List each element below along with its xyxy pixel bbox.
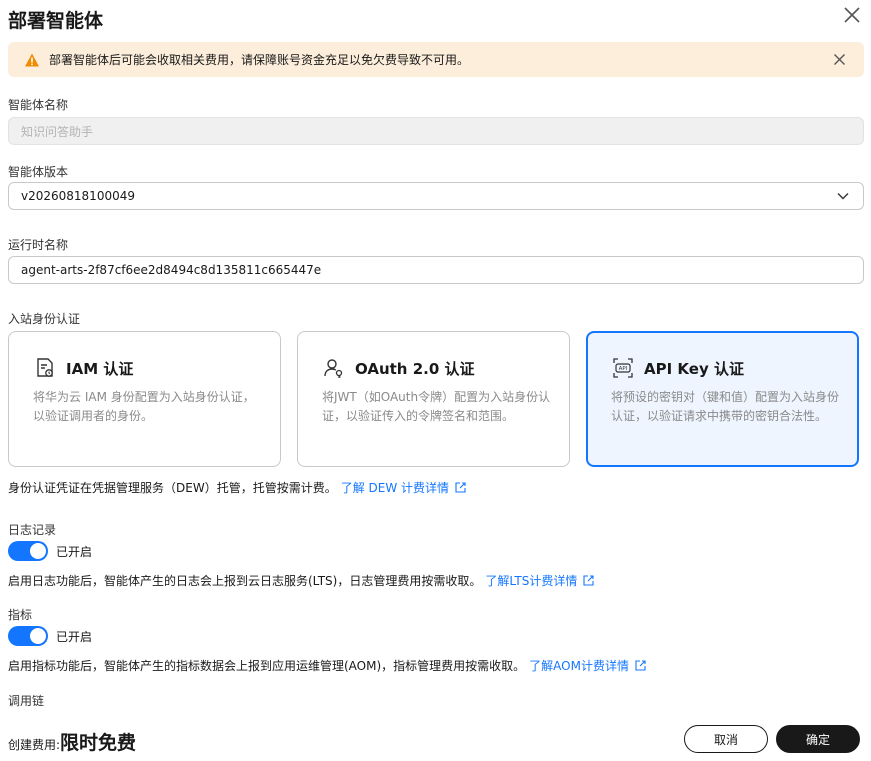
logging-toggle[interactable] [8,541,48,561]
api-key-auth-card[interactable]: API API Key 认证 将预设的密钥对（键和值）配置为入站身份认证，以验证… [586,331,859,467]
oauth-card-title: OAuth 2.0 认证 [355,359,475,378]
dew-pricing-link[interactable]: 了解 DEW 计费详情 [341,479,449,496]
alert-text: 部署智能体后可能会收取相关费用，请保障账号资金充足以免欠费导致不可用。 [49,53,470,67]
api-key-card-desc: 将预设的密钥对（键和值）配置为入站身份认证，以验证请求中携带的密钥合法性。 [611,390,840,423]
logging-note: 启用日志功能后，智能体产生的日志会上报到云日志服务(LTS)，日志管理费用按需收… [8,572,594,589]
metrics-toggle[interactable] [8,626,48,646]
version-select[interactable]: v20260818100049 [8,182,864,210]
iam-card-title: IAM 认证 [66,359,134,378]
agent-name-label: 智能体名称 [8,98,69,112]
warning-icon [25,53,39,66]
warning-alert: 部署智能体后可能会收取相关费用，请保障账号资金充足以免欠费导致不可用。 [8,42,864,77]
logging-note-text: 启用日志功能后，智能体产生的日志会上报到云日志服务(LTS)，日志管理费用按需收… [8,574,482,588]
metrics-toggle-row: 已开启 [8,626,92,646]
dialog-title: 部署智能体 [8,10,104,32]
api-icon: API [613,358,633,378]
metrics-toggle-text: 已开启 [56,629,93,644]
iam-doc-icon [37,358,53,377]
api-key-card-title: API Key 认证 [644,359,744,378]
iam-auth-card[interactable]: IAM 认证 将华为云 IAM 身份配置为入站身份认证，以验证调用者的身份。 [8,331,281,467]
svg-text:API: API [619,366,628,372]
creation-fee: 创建费用: 限时免费 [8,728,136,755]
auth-label: 入站身份认证 [8,312,81,326]
dew-note-text: 身份认证凭证在凭据管理服务（DEW）托管，托管按需计费。 [8,481,337,495]
iam-card-desc: 将华为云 IAM 身份配置为入站身份认证，以验证调用者的身份。 [33,390,255,423]
oauth-auth-card[interactable]: OAuth 2.0 认证 将JWT（如OAuth令牌）配置为入站身份认证，以验证… [297,331,570,467]
version-label: 智能体版本 [8,165,69,179]
user-key-icon [324,359,343,378]
runtime-label: 运行时名称 [8,238,69,252]
alert-close-icon[interactable] [833,53,846,66]
aom-pricing-link[interactable]: 了解AOM计费详情 [529,657,629,674]
dew-note: 身份认证凭证在凭据管理服务（DEW）托管，托管按需计费。 了解 DEW 计费详情 [8,479,466,496]
runtime-value: agent-arts-2f87cf6ee2d8494c8d135811c6654… [21,263,322,277]
price-value: 限时免费 [60,732,137,754]
external-link-icon[interactable] [583,575,594,586]
cancel-button[interactable]: 取消 [684,725,768,753]
logging-toggle-row: 已开启 [8,541,92,561]
oauth-card-desc: 将JWT（如OAuth令牌）配置为入站身份认证，以验证传入的令牌签名和范围。 [322,390,551,423]
toggle-knob [30,543,46,559]
agent-name-input: 知识问答助手 [8,117,864,145]
logging-toggle-text: 已开启 [56,544,93,559]
external-link-icon[interactable] [635,660,646,671]
logging-label: 日志记录 [8,523,57,537]
runtime-input[interactable]: agent-arts-2f87cf6ee2d8494c8d135811c6654… [8,256,864,284]
external-link-icon[interactable] [455,482,466,493]
version-value: v20260818100049 [21,189,135,203]
agent-name-value: 知识问答助手 [21,124,94,139]
metrics-label: 指标 [8,608,33,622]
price-label: 创建费用: [8,738,61,752]
metrics-note-text: 启用指标功能后，智能体产生的指标数据会上报到应用运维管理(AOM)，指标管理费用… [8,659,526,673]
confirm-button[interactable]: 确定 [776,725,860,753]
tracing-label: 调用链 [8,694,45,708]
metrics-note: 启用指标功能后，智能体产生的指标数据会上报到应用运维管理(AOM)，指标管理费用… [8,657,646,674]
close-icon[interactable] [842,5,862,25]
toggle-knob [30,628,46,644]
lts-pricing-link[interactable]: 了解LTS计费详情 [485,572,577,589]
chevron-down-icon [837,193,849,200]
